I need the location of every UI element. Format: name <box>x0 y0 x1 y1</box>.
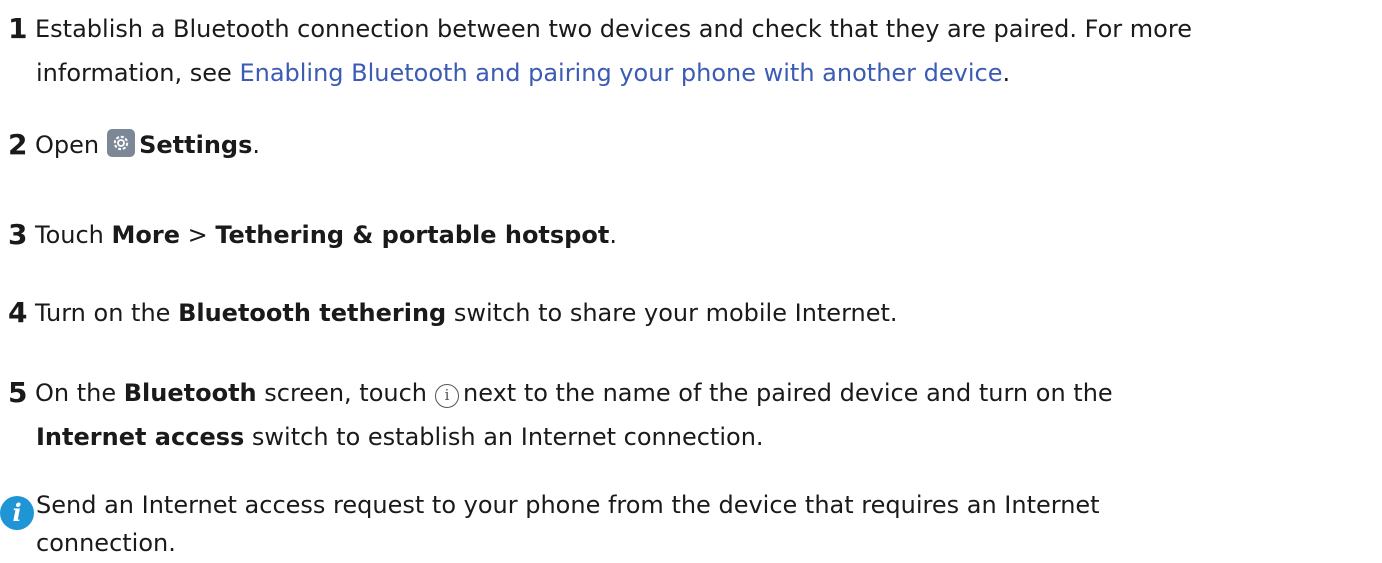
document-page: 1 Establish a Bluetooth connection betwee… <box>0 0 1382 563</box>
step-text: next to the name of the paired device an… <box>463 379 1113 407</box>
step-2: 2 Open Settings. <box>8 126 1374 164</box>
info-note-icon: i <box>0 496 34 530</box>
step-text: switch to share your mobile Internet. <box>446 299 898 327</box>
step-text: screen, touch <box>256 379 428 407</box>
step-text: On the <box>35 379 124 407</box>
step-4: 4 Turn on the Bluetooth tethering switch … <box>8 294 1374 332</box>
more-label: More <box>111 221 180 249</box>
step-text: Turn on the <box>35 299 179 327</box>
note-text: Send an Internet access request to your … <box>0 486 1374 562</box>
bluetooth-tethering-label: Bluetooth tethering <box>178 299 447 327</box>
step-number: 5 <box>8 376 28 409</box>
step-text: . <box>1002 59 1011 87</box>
step-number: 3 <box>8 218 28 251</box>
settings-gear-icon <box>107 129 136 157</box>
note-line-2: connection. <box>36 529 176 557</box>
step-number: 2 <box>8 128 28 161</box>
step-text: Establish a Bluetooth connection between… <box>35 15 1192 43</box>
step-continuation: Internet access switch to establish an I… <box>8 418 1374 456</box>
step-text: . <box>252 131 261 159</box>
step-text: Open <box>35 131 100 159</box>
info-i-icon: i <box>435 384 460 408</box>
step-1: 1 Establish a Bluetooth connection betwee… <box>8 10 1374 92</box>
step-continuation: information, see Enabling Bluetooth and … <box>8 54 1374 92</box>
tethering-label: Tethering & portable hotspot <box>215 221 610 249</box>
step-text: Touch <box>35 221 112 249</box>
step-number: 1 <box>8 12 28 45</box>
step-number: 4 <box>8 296 28 329</box>
bluetooth-label: Bluetooth <box>123 379 257 407</box>
step-5: 5 On the Bluetooth screen, touch i next to … <box>8 374 1374 456</box>
step-text: switch to establish an Internet connecti… <box>244 423 764 451</box>
bluetooth-pairing-link[interactable]: Enabling Bluetooth and pairing your phon… <box>239 59 1002 87</box>
settings-label: Settings <box>139 131 253 159</box>
note-line-1: Send an Internet access request to your … <box>36 491 1100 519</box>
note-box: i Send an Internet access request to you… <box>0 486 1374 562</box>
internet-access-label: Internet access <box>36 423 245 451</box>
step-text: . <box>609 221 617 249</box>
step-text: information, see <box>36 59 240 87</box>
menu-separator: > <box>180 221 216 249</box>
step-3: 3 Touch More > Tethering & portable hotsp… <box>8 216 1374 254</box>
